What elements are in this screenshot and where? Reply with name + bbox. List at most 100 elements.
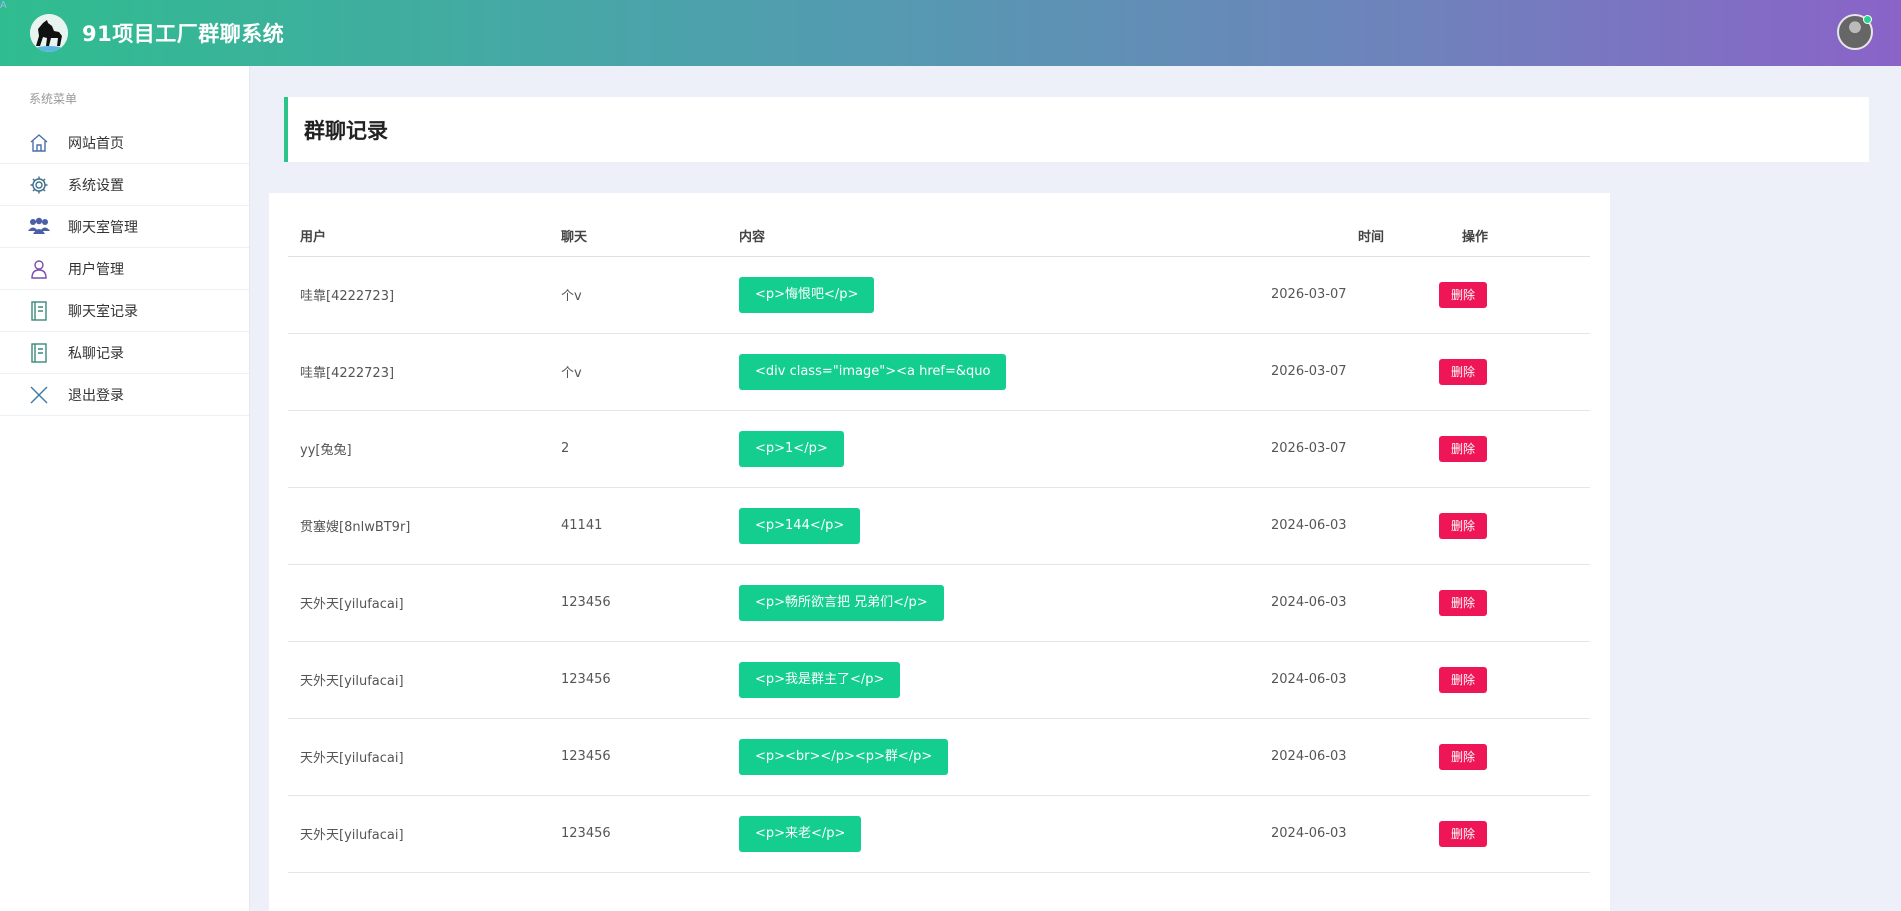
table-row: 天外天[yilufacai] 123456 <p>我是群主了</p> 2024-06-… [288, 641, 1590, 719]
cell-action: 删除 [1431, 795, 1590, 873]
cell-chat: 41141 [561, 487, 731, 565]
delete-button[interactable]: 删除 [1439, 281, 1487, 308]
cell-content: <p>144</p> [731, 487, 1271, 565]
cell-action: 删除 [1431, 564, 1590, 642]
cell-chat: 个v [561, 333, 731, 411]
column-header-chat: 聊天 [561, 215, 731, 257]
cell-chat: 个v [561, 256, 731, 334]
sidebar: 系统菜单 网站首页 系统设置 聊天室管理 用户管理 聊天室记录 私聊记录 退出登… [0, 66, 250, 911]
sidebar-item-label: 聊天室记录 [68, 303, 138, 320]
avatar[interactable] [1837, 14, 1873, 50]
content-tag[interactable]: <p>144</p> [739, 507, 861, 544]
cell-time: 2026-03-07 [1271, 256, 1431, 334]
horse-logo-icon[interactable] [30, 14, 68, 52]
sidebar-item-chatroom-records[interactable]: 聊天室记录 [0, 290, 249, 332]
sidebar-item-label: 私聊记录 [68, 345, 124, 362]
table-row: yy[兔兔] 2 <p>1</p> 2026-03-07 删除 [288, 410, 1590, 488]
records-card: 用户 聊天 内容 时间 操作 哇靠[4222723] 个v <p>悔恨吧</p> 20… [269, 193, 1610, 911]
table-row: 天外天[yilufacai] 123456 <p><br></p><p>群</p> 2… [288, 718, 1590, 796]
online-status-dot [1863, 15, 1872, 24]
cell-action: 删除 [1431, 487, 1590, 565]
notebook-icon [28, 300, 50, 322]
content-tag[interactable]: <p>畅所欲言把 兄弟们</p> [739, 584, 944, 621]
users-icon [28, 216, 50, 238]
cell-time: 2024-06-03 [1271, 641, 1431, 719]
content-tag[interactable]: <p>1</p> [739, 430, 844, 467]
table-row: 天外天[yilufacai] 123456 <p>来老</p> 2024-06-03 删… [288, 795, 1590, 873]
table-row: 哇靠[4222723] 个v <p>悔恨吧</p> 2026-03-07 删除 [288, 256, 1590, 334]
sidebar-item-chatroom-manage[interactable]: 聊天室管理 [0, 206, 249, 248]
cell-action: 删除 [1431, 410, 1590, 488]
sidebar-item-logout[interactable]: 退出登录 [0, 374, 249, 416]
cell-content: <div class="image"><a href=&quo [731, 333, 1271, 411]
home-icon [28, 132, 50, 154]
cell-action: 删除 [1431, 256, 1590, 334]
cell-content: <p>我是群主了</p> [731, 641, 1271, 719]
table-header-row: 用户 聊天 内容 时间 操作 [288, 215, 1590, 257]
cell-chat: 123456 [561, 564, 731, 642]
user-icon [28, 258, 50, 280]
sidebar-item-label: 系统设置 [68, 177, 124, 194]
sidebar-item-home[interactable]: 网站首页 [0, 122, 249, 164]
column-header-user: 用户 [288, 215, 561, 257]
table-row: 贯塞嫂[8nlwBT9r] 41141 <p>144</p> 2024-06-03 删除 [288, 487, 1590, 565]
cell-user: 哇靠[4222723] [288, 333, 561, 411]
cell-user: 贯塞嫂[8nlwBT9r] [288, 487, 561, 565]
column-header-action: 操作 [1431, 215, 1590, 257]
content-tag[interactable]: <p>我是群主了</p> [739, 661, 901, 698]
cell-chat: 123456 [561, 641, 731, 719]
app-title: 91项目工厂群聊系统 [82, 22, 285, 46]
corner-glyph: A [0, 0, 7, 11]
cell-time: 2024-06-03 [1271, 564, 1431, 642]
gear-icon [28, 174, 50, 196]
column-header-time: 时间 [1271, 215, 1431, 257]
page-header: 群聊记录 [284, 97, 1869, 162]
sidebar-item-label: 用户管理 [68, 261, 124, 278]
cell-action: 删除 [1431, 718, 1590, 796]
cell-user: 天外天[yilufacai] [288, 795, 561, 873]
cell-content: <p>来老</p> [731, 795, 1271, 873]
cell-chat: 123456 [561, 795, 731, 873]
cell-user: 天外天[yilufacai] [288, 718, 561, 796]
cell-action: 删除 [1431, 641, 1590, 719]
cell-time: 2024-06-03 [1271, 487, 1431, 565]
content-tag[interactable]: <p>来老</p> [739, 815, 862, 852]
cell-time: 2026-03-07 [1271, 333, 1431, 411]
page-title: 群聊记录 [304, 118, 388, 143]
column-header-content: 内容 [731, 215, 1271, 257]
content-tag[interactable]: <div class="image"><a href=&quo [739, 353, 1007, 390]
cell-user: yy[兔兔] [288, 410, 561, 488]
delete-button[interactable]: 删除 [1439, 820, 1487, 847]
content-tag[interactable]: <p><br></p><p>群</p> [739, 738, 949, 775]
cell-user: 天外天[yilufacai] [288, 564, 561, 642]
delete-button[interactable]: 删除 [1439, 512, 1487, 539]
sidebar-item-label: 聊天室管理 [68, 219, 138, 236]
cell-chat: 123456 [561, 718, 731, 796]
delete-button[interactable]: 删除 [1439, 358, 1487, 385]
cell-action: 删除 [1431, 333, 1590, 411]
cell-content: <p>1</p> [731, 410, 1271, 488]
delete-button[interactable]: 删除 [1439, 666, 1487, 693]
delete-button[interactable]: 删除 [1439, 435, 1487, 462]
cell-time: 2024-06-03 [1271, 795, 1431, 873]
sidebar-header: 系统菜单 [29, 92, 78, 106]
sidebar-item-label: 网站首页 [68, 135, 124, 152]
cell-content: <p>悔恨吧</p> [731, 256, 1271, 334]
close-icon [28, 384, 50, 406]
records-table: 用户 聊天 内容 时间 操作 哇靠[4222723] 个v <p>悔恨吧</p> 20… [288, 215, 1590, 873]
table-body: 哇靠[4222723] 个v <p>悔恨吧</p> 2026-03-07 删除 哇靠[42… [288, 256, 1590, 873]
content-tag[interactable]: <p>悔恨吧</p> [739, 276, 875, 313]
cell-user: 天外天[yilufacai] [288, 641, 561, 719]
sidebar-item-settings[interactable]: 系统设置 [0, 164, 249, 206]
table-row: 哇靠[4222723] 个v <div class="image"><a href=… [288, 333, 1590, 411]
sidebar-item-user-manage[interactable]: 用户管理 [0, 248, 249, 290]
delete-button[interactable]: 删除 [1439, 743, 1487, 770]
cell-time: 2026-03-07 [1271, 410, 1431, 488]
cell-chat: 2 [561, 410, 731, 488]
sidebar-item-label: 退出登录 [68, 387, 124, 404]
delete-button[interactable]: 删除 [1439, 589, 1487, 616]
cell-user: 哇靠[4222723] [288, 256, 561, 334]
cell-content: <p><br></p><p>群</p> [731, 718, 1271, 796]
sidebar-item-private-records[interactable]: 私聊记录 [0, 332, 249, 374]
cell-content: <p>畅所欲言把 兄弟们</p> [731, 564, 1271, 642]
